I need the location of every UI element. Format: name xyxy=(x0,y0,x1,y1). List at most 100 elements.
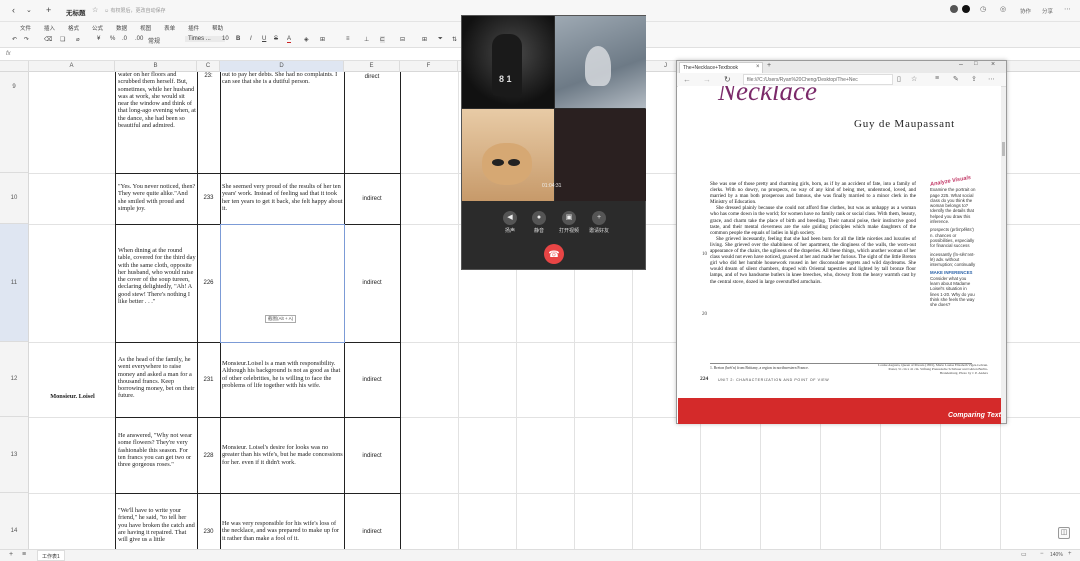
history-icon[interactable]: ◷ xyxy=(980,5,986,13)
menu-data[interactable]: 数据 xyxy=(110,22,134,33)
percent-icon[interactable]: % xyxy=(110,36,115,42)
refresh-icon[interactable]: ↻ xyxy=(724,75,731,84)
underline-icon[interactable]: U xyxy=(262,36,266,42)
type-cell[interactable]: indirect xyxy=(344,280,400,286)
forward-icon[interactable]: → xyxy=(703,75,711,84)
menu-help[interactable]: 帮助 xyxy=(206,22,230,33)
page-cell[interactable]: 228 xyxy=(197,453,220,459)
browser-scrollbar[interactable] xyxy=(1001,87,1006,423)
menu-insert[interactable]: 插入 xyxy=(38,22,62,33)
col-header-e[interactable]: E xyxy=(344,61,400,72)
analysis-cell[interactable]: She seemed very proud of the results of … xyxy=(222,183,343,212)
insert-table-icon[interactable]: ⊞ xyxy=(422,36,427,43)
textbook-page[interactable]: Necklace Guy de Maupassant She was one o… xyxy=(678,86,1001,424)
undo-icon[interactable]: ↶ xyxy=(12,36,17,43)
valign-icon[interactable]: ⊥ xyxy=(364,36,369,43)
col-header-a[interactable]: A xyxy=(29,61,115,72)
zoom-in-icon[interactable]: + xyxy=(1068,551,1072,557)
row-header-12[interactable]: 12 xyxy=(0,342,29,417)
paint-icon[interactable]: ❏ xyxy=(60,36,65,43)
camera-button[interactable]: ▣ 打开视频 xyxy=(554,211,584,234)
strikethrough-icon[interactable]: S xyxy=(274,36,278,42)
merge-icon[interactable]: ⊟ xyxy=(400,36,405,43)
borders-icon[interactable]: ⊞ xyxy=(320,36,325,43)
analysis-cell[interactable]: out to pay her debts. She had no complai… xyxy=(222,71,342,121)
align-left-icon[interactable]: ≡ xyxy=(346,36,350,42)
fill-color-icon[interactable]: ◈ xyxy=(304,36,309,43)
redo-icon[interactable]: ↷ xyxy=(24,36,29,43)
tab-close-icon[interactable]: × xyxy=(756,64,760,70)
menu-plugin[interactable]: 插件 xyxy=(182,22,206,33)
type-cell[interactable]: indirect xyxy=(344,529,400,535)
quote-cell[interactable]: water on her floors and scrubbed them he… xyxy=(118,71,196,173)
video-call-window[interactable]: ⚙ – □ × 8 1 01:04:31 ◀扬声 ●静音 ▣打开视频 +邀请好友… xyxy=(461,15,646,270)
close-icon[interactable]: × xyxy=(991,61,995,68)
menu-formula[interactable]: 公式 xyxy=(86,22,110,33)
analysis-cell[interactable]: Monsieur. Loisel's desire for looks was … xyxy=(222,444,343,466)
decimal-icon[interactable]: .0 xyxy=(122,36,127,42)
decimal-more-icon[interactable]: .00 xyxy=(135,36,143,42)
quote-cell[interactable]: "We'll have to write your friend," he sa… xyxy=(118,507,196,549)
hangup-button[interactable]: ☎ xyxy=(544,244,564,264)
page-cell[interactable]: 233 xyxy=(197,195,220,201)
address-bar[interactable]: file:///C:/Users/Ryan%20Cheng/Desktop/Th… xyxy=(743,74,893,85)
sheet-tab[interactable]: 工作表1 xyxy=(37,550,65,561)
scrollbar-thumb[interactable] xyxy=(1002,142,1005,156)
hub-icon[interactable]: ≡ xyxy=(935,75,939,82)
speaker-button[interactable]: ◀ 扬声 xyxy=(495,211,525,234)
row-header-14[interactable]: 14 xyxy=(0,493,29,549)
more-icon[interactable]: ⋯ xyxy=(1064,5,1071,13)
page-cell[interactable]: 231 xyxy=(197,377,220,383)
zoom-level[interactable]: 140% xyxy=(1050,552,1063,558)
wrap-icon[interactable]: ⊏ xyxy=(380,36,386,43)
quote-cell[interactable]: "Yes. You never noticed, then? They were… xyxy=(118,183,196,212)
type-cell[interactable]: indirect xyxy=(344,196,400,202)
quote-cell[interactable]: When dining at the round table, covered … xyxy=(118,247,196,305)
favorite-icon[interactable]: ☆ xyxy=(92,6,98,14)
new-tab-icon[interactable]: + xyxy=(767,62,771,69)
share-button[interactable]: 分享 xyxy=(1042,7,1053,15)
layout-icon[interactable]: ▭ xyxy=(1021,551,1027,558)
sheet-list-icon[interactable]: ≡ xyxy=(22,551,26,558)
bold-icon[interactable]: B xyxy=(236,36,240,42)
user-avatar[interactable] xyxy=(950,5,958,13)
menu-format[interactable]: 格式 xyxy=(62,22,86,33)
zoom-out-icon[interactable]: − xyxy=(1040,551,1044,557)
page-cell[interactable]: 230 xyxy=(197,529,220,535)
reading-view-icon[interactable]: ▯ xyxy=(897,75,901,83)
collab-button[interactable]: 协作 xyxy=(1020,7,1031,15)
quote-cell[interactable]: He answered, "Why not wear some flowers?… xyxy=(118,432,196,468)
type-cell[interactable]: indirect xyxy=(344,453,400,459)
page-cell[interactable]: 23: xyxy=(197,73,220,79)
back-icon[interactable]: ‹ xyxy=(12,5,15,15)
dropdown-icon[interactable]: ⌄ xyxy=(26,6,32,14)
menu-form[interactable]: 表单 xyxy=(158,22,182,33)
type-cell[interactable]: indirect xyxy=(344,377,400,383)
menu-file[interactable]: 文件 xyxy=(14,22,38,33)
format-painter-icon[interactable]: ⌫ xyxy=(44,36,52,43)
col-header-c[interactable]: C xyxy=(197,61,220,72)
text-color-icon[interactable]: A xyxy=(287,36,292,43)
notes-icon[interactable]: ✎ xyxy=(953,75,959,83)
font-select[interactable]: Times ... xyxy=(185,36,225,42)
clear-format-icon[interactable]: ⌀ xyxy=(76,36,80,43)
number-format-select[interactable]: 常规 xyxy=(148,36,160,45)
row-header-11[interactable]: 11 xyxy=(0,224,29,342)
sort-icon[interactable]: ⇅ xyxy=(452,36,457,43)
minimize-icon[interactable]: – xyxy=(959,61,963,68)
selected-cell-d11[interactable] xyxy=(220,224,345,343)
browser-window[interactable]: The+Necklace+Textbook × + – □ × ← → ↻ fi… xyxy=(676,60,1007,424)
currency-icon[interactable]: ¥ xyxy=(97,36,100,42)
share-icon[interactable]: ⇪ xyxy=(971,75,977,83)
invite-button[interactable]: + 邀请好友 xyxy=(584,211,614,234)
add-sheet-icon[interactable]: + xyxy=(9,551,13,558)
row-header-9[interactable]: 9 xyxy=(0,72,29,173)
new-tab-icon[interactable]: + xyxy=(46,5,51,15)
mute-button[interactable]: ● 静音 xyxy=(524,211,554,234)
browser-tab[interactable]: The+Necklace+Textbook × xyxy=(679,62,763,73)
assistant-icon[interactable]: ◫ xyxy=(1058,527,1070,539)
select-all-corner[interactable] xyxy=(0,61,29,72)
row-header-10[interactable]: 10 xyxy=(0,173,29,224)
page-cell[interactable]: 226 xyxy=(197,280,220,286)
favorite-icon[interactable]: ☆ xyxy=(911,75,917,83)
